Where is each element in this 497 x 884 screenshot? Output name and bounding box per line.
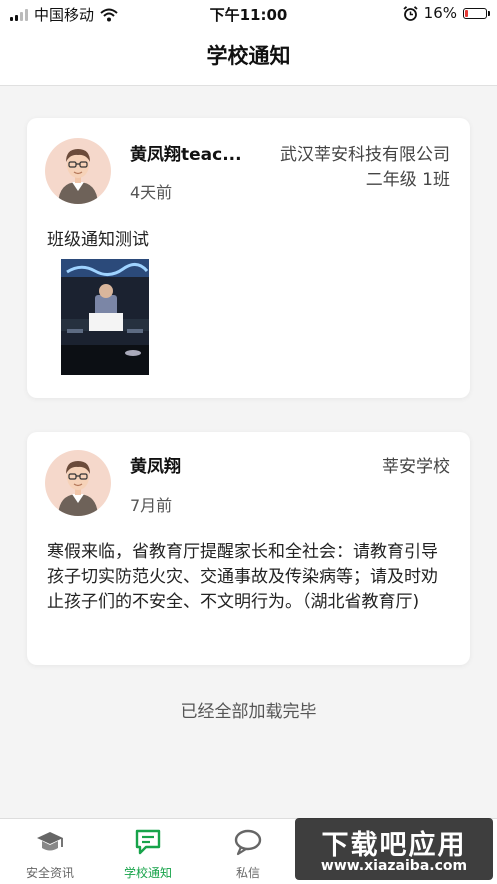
post-time: 4天前 <box>130 183 173 202</box>
organization-name: 武汉莘安科技有限公司 <box>280 145 450 165</box>
message-bubble-icon <box>234 829 262 856</box>
notice-card[interactable]: 黄凤翔 莘安学校 7月前 寒假来临，省教育厅提醒家长和全社会：请教育引导孩子切实… <box>27 432 470 665</box>
watermark-title: 下载吧应用 <box>321 830 467 861</box>
status-right-group: 16% <box>403 4 490 22</box>
battery-percent: 16% <box>423 4 457 22</box>
battery-icon <box>463 7 490 19</box>
battery-level <box>465 9 469 17</box>
class-name: 二年级 1班 <box>365 170 450 190</box>
notice-card[interactable]: 黄凤翔teac... 武汉莘安科技有限公司 二年级 1班 4天前 班级通知测试 <box>27 118 470 398</box>
tab-private-message[interactable]: 私信 <box>198 819 298 884</box>
graduation-cap-icon <box>37 832 63 851</box>
watermark-logo: 下载吧应用 www.xiazaiba.com <box>295 818 493 880</box>
notice-content: 班级通知测试 <box>47 230 149 250</box>
tab-label: 学校通知 <box>123 866 172 880</box>
page-title: 学校通知 <box>0 28 497 86</box>
notice-image-thumbnail[interactable] <box>61 259 149 375</box>
avatar <box>45 450 111 516</box>
avatar <box>45 138 111 204</box>
teacher-avatar-icon <box>58 149 98 204</box>
author-name: 黄凤翔teac... <box>130 145 242 165</box>
tab-label: 私信 <box>235 866 260 880</box>
post-time: 7月前 <box>130 496 173 515</box>
watermark-url: www.xiazaiba.com <box>320 858 468 874</box>
tab-label: 安全资讯 <box>25 866 74 880</box>
teacher-avatar-icon <box>58 461 98 516</box>
chat-notice-icon <box>135 829 161 855</box>
status-bar: 中国移动 下午11:00 16% <box>0 0 497 28</box>
organization-name: 莘安学校 <box>382 457 450 477</box>
notice-content: 寒假来临，省教育厅提醒家长和全社会：请教育引导孩子切实防范火灾、交通事故及传染病… <box>47 542 438 612</box>
author-name: 黄凤翔 <box>130 457 181 477</box>
tab-school-notice[interactable]: 学校通知 <box>98 819 198 884</box>
photo-image <box>61 259 149 375</box>
tab-safety-news[interactable]: 安全资讯 <box>0 819 100 884</box>
alarm-clock-icon <box>403 5 418 21</box>
load-complete-text: 已经全部加载完毕 <box>180 702 317 722</box>
